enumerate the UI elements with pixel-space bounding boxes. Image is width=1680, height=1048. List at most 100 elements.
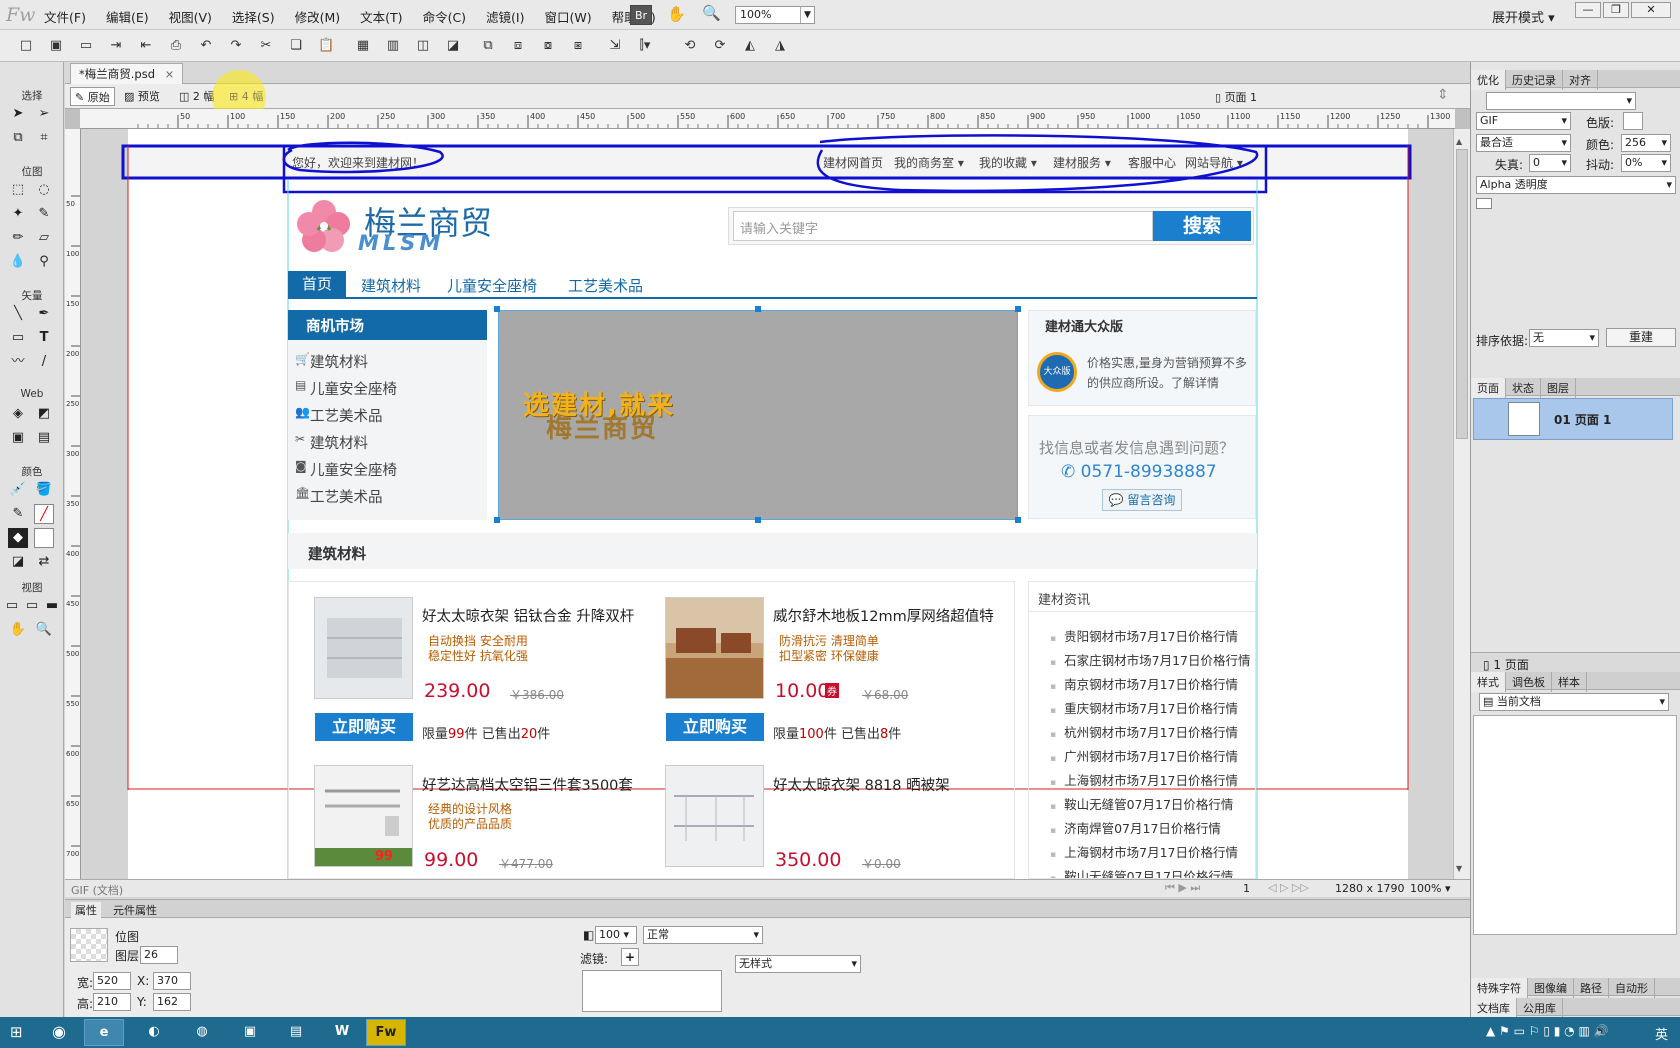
redo-icon[interactable]: ↷ xyxy=(228,38,244,54)
standard-screen-icon[interactable]: ▭ xyxy=(2,596,22,616)
distribute-icon[interactable]: ⇲ xyxy=(607,38,623,54)
bring-forward-icon[interactable]: ⧈ xyxy=(510,38,526,54)
product-name[interactable]: 好太太晾衣架 8818 晒被架 xyxy=(773,774,950,795)
pencil-tool-icon[interactable]: ✏ xyxy=(8,228,28,248)
knife-tool-icon[interactable]: / xyxy=(34,352,54,372)
subselect-tool-icon[interactable]: ➢ xyxy=(34,104,54,124)
category-item[interactable]: 工艺美术品 xyxy=(310,486,383,507)
tab-optimize[interactable]: 优化 xyxy=(1471,70,1506,90)
top-link-favorites[interactable]: 我的收藏 ▾ xyxy=(979,154,1037,171)
category-item[interactable]: 工艺美术品 xyxy=(310,405,383,426)
product-image[interactable] xyxy=(314,597,413,699)
x-input[interactable]: 370 xyxy=(153,972,191,990)
close-button[interactable]: ✕ xyxy=(1631,2,1671,18)
status-zoom[interactable]: 100% ▾ xyxy=(1410,882,1450,895)
opacity-input[interactable]: 100 ▾ xyxy=(595,926,637,944)
flip-vertical-icon[interactable]: ◮ xyxy=(772,38,788,54)
send-backward-icon[interactable]: ⧇ xyxy=(540,38,556,54)
eraser-tool-icon[interactable]: ▱ xyxy=(34,228,54,248)
selection-handle[interactable] xyxy=(1015,306,1021,312)
colors-select[interactable]: 256 ▾ xyxy=(1621,134,1671,152)
menu-text[interactable]: 文本(T) xyxy=(360,7,402,26)
hotspot-tool-icon[interactable]: ◈ xyxy=(8,404,28,424)
top-link-services[interactable]: 建材服务 ▾ xyxy=(1053,154,1111,171)
magic-wand-icon[interactable]: ✦ xyxy=(8,204,28,224)
scroll-down-icon[interactable]: ▼ xyxy=(1456,864,1462,873)
save-icon[interactable]: ▣ xyxy=(48,38,64,54)
qq-taskbar-icon[interactable]: ◍ xyxy=(182,1019,222,1046)
zoom-select[interactable]: 100% ▼ xyxy=(735,6,815,24)
tab-path[interactable]: 路径 xyxy=(1574,978,1609,998)
stamp-tool-icon[interactable]: ⚲ xyxy=(34,252,54,272)
matte-swatch[interactable] xyxy=(1623,112,1643,130)
tray-icons[interactable]: ▲ ⚑ ▭ ⚐ ▯ ▮ ◔ ▥ 🔊 xyxy=(1486,1024,1609,1038)
top-link-support[interactable]: 客服中心 xyxy=(1128,154,1176,171)
tab-properties[interactable]: 属性 xyxy=(71,902,101,918)
product-image[interactable] xyxy=(665,597,764,699)
chrome-icon[interactable]: ◉ xyxy=(52,1022,66,1041)
nav-crafts[interactable]: 工艺美术品 xyxy=(568,275,643,296)
stroke-color-icon[interactable]: ✎ xyxy=(8,504,28,524)
eyedropper-tool-icon[interactable]: 💉 xyxy=(8,480,28,500)
document-tab[interactable]: *梅兰商贸.psd × xyxy=(70,63,184,84)
preset-select[interactable]: ▾ xyxy=(1486,92,1636,110)
explorer-taskbar-icon[interactable]: ▤ xyxy=(276,1019,316,1046)
minimize-button[interactable]: — xyxy=(1575,2,1601,18)
news-item[interactable]: 重庆钢材市场7月17日价格行情 xyxy=(1050,698,1238,717)
group-icon[interactable]: ▦ xyxy=(355,38,371,54)
blur-tool-icon[interactable]: 💧 xyxy=(8,252,28,272)
rebuild-button[interactable]: 重建 xyxy=(1606,328,1676,347)
playback-controls[interactable]: ⏮ ▶ ⏭ xyxy=(1165,881,1200,895)
selection-handle[interactable] xyxy=(755,306,761,312)
top-link-sitemap[interactable]: 网站导航 ▾ xyxy=(1185,154,1243,171)
loss-input[interactable]: 0 ▾ xyxy=(1529,154,1571,172)
tab-special-chars[interactable]: 特殊字符 xyxy=(1471,978,1528,998)
bring-front-icon[interactable]: ⧉ xyxy=(480,38,496,54)
pen-tool-icon[interactable]: ✒ xyxy=(34,304,54,324)
filters-list[interactable] xyxy=(582,970,722,1012)
menu-view[interactable]: 视图(V) xyxy=(169,7,212,26)
scroll-thumb[interactable] xyxy=(1456,149,1468,439)
fireworks-taskbar-icon[interactable]: Fw xyxy=(366,1019,406,1046)
consult-button[interactable]: 💬 留言咨询 xyxy=(1102,489,1182,511)
y-input[interactable]: 162 xyxy=(153,993,191,1011)
tab-common-library[interactable]: 公用库 xyxy=(1517,998,1563,1018)
tab-swatches[interactable]: 调色板 xyxy=(1506,672,1552,692)
format-select[interactable]: GIF ▾ xyxy=(1476,112,1571,130)
stroke-swatch[interactable]: ╱ xyxy=(34,504,54,524)
style-select[interactable]: 无样式 ▾ xyxy=(735,955,861,973)
menu-modify[interactable]: 修改(M) xyxy=(295,7,341,26)
layer-input[interactable]: 26 xyxy=(140,946,178,964)
top-link-home[interactable]: 建材网首页 xyxy=(823,154,883,171)
tab-autoshape[interactable]: 自动形 xyxy=(1609,978,1655,998)
ime-indicator[interactable]: 英 xyxy=(1655,1024,1668,1043)
selection-handle[interactable] xyxy=(1015,517,1021,523)
menu-file[interactable]: 文件(F) xyxy=(44,7,86,26)
tab-doc-library[interactable]: 文档库 xyxy=(1471,998,1517,1018)
send-back-icon[interactable]: ⧆ xyxy=(570,38,586,54)
lasso-tool-icon[interactable]: ◌ xyxy=(34,180,54,200)
scroll-up-icon[interactable]: ▲ xyxy=(1456,137,1462,146)
menu-edit[interactable]: 编辑(E) xyxy=(106,7,149,26)
product-image[interactable] xyxy=(665,765,764,867)
bridge-button[interactable]: Br xyxy=(630,5,652,25)
copy-icon[interactable]: ❏ xyxy=(288,38,304,54)
rectangle-tool-icon[interactable]: ▭ xyxy=(8,328,28,348)
category-item[interactable]: 建筑材料 xyxy=(310,432,368,453)
menu-select[interactable]: 选择(S) xyxy=(232,7,275,26)
default-colors-icon[interactable]: ◪ xyxy=(8,552,28,572)
word-taskbar-icon[interactable]: W xyxy=(322,1019,362,1046)
tab-symbol-properties[interactable]: 元件属性 xyxy=(113,902,157,918)
export-icon[interactable]: ⇤ xyxy=(138,38,154,54)
brush-tool-icon[interactable]: ✎ xyxy=(34,204,54,224)
document-style-select[interactable]: ▤ 当前文档 ▾ xyxy=(1479,693,1669,711)
styles-list[interactable] xyxy=(1473,715,1677,935)
fill-swatch[interactable] xyxy=(34,528,54,548)
product-name[interactable]: 好太太晾衣架 铝钛合金 升降双杆 xyxy=(422,605,634,626)
new-icon[interactable]: □ xyxy=(18,38,34,54)
product-name[interactable]: 威尔舒木地板12mm厚网络超值特 xyxy=(773,605,994,626)
slice-tool-icon[interactable]: ◩ xyxy=(34,404,54,424)
tab-image-edit[interactable]: 图像编 xyxy=(1528,978,1574,998)
selection-handle[interactable] xyxy=(494,517,500,523)
print-icon[interactable]: ⎙ xyxy=(168,38,184,54)
